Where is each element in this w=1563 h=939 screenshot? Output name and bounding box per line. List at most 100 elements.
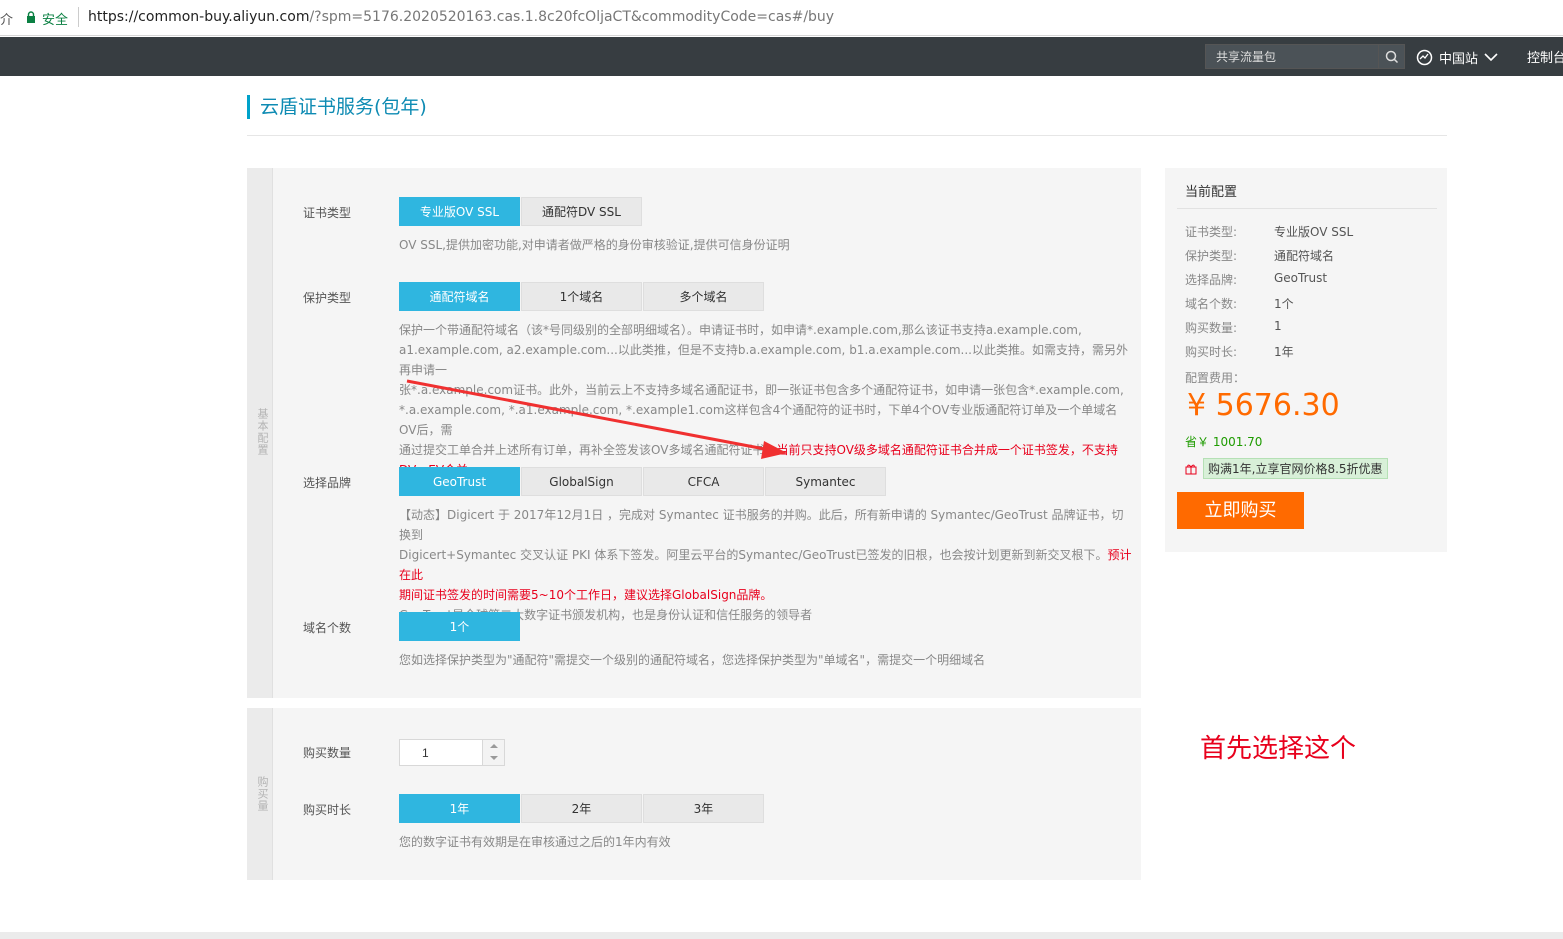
domain-count-option-1[interactable]: 1个 xyxy=(399,612,520,641)
summary-value: 1 xyxy=(1274,319,1282,333)
summary-key: 证书类型: xyxy=(1185,225,1238,239)
quantity-stepper xyxy=(399,739,505,766)
brand-option-geotrust[interactable]: GeoTrust xyxy=(399,467,520,496)
url-host: https://common-buy.aliyun.com xyxy=(88,9,310,25)
duration-desc: 您的数字证书有效期是在审核通过之后的1年内有效 xyxy=(399,835,671,849)
annotation-note: 首先选择这个 xyxy=(1200,734,1357,764)
promo-badge: 购满1年,立享官网价格8.5折优惠 xyxy=(1203,458,1388,479)
summary-key: 购买时长: xyxy=(1185,345,1238,359)
order-summary: 当前配置 证书类型: 专业版OV SSL 保护类型: 通配符域名 选择品牌: GeoT… xyxy=(1165,168,1447,552)
summary-row: 保护类型: 通配符域名 xyxy=(1185,247,1334,264)
summary-value: 1年 xyxy=(1274,345,1294,359)
cert-type-label: 证书类型 xyxy=(303,206,352,220)
protect-desc-line: a1.example.com, a2.example.com...以此类推，但是… xyxy=(399,343,1128,377)
summary-row: 证书类型: 专业版OV SSL xyxy=(1185,223,1353,240)
cert-type-selector: 专业版OV SSL 通配符DV SSL xyxy=(399,197,643,226)
url-field[interactable]: https://common-buy.aliyun.com/?spm=5176.… xyxy=(88,9,834,25)
summary-key: 购买数量: xyxy=(1185,321,1238,335)
brand-desc-line: Digicert+Symantec 交叉认证 PKI 体系下签发。阿里云平台的S… xyxy=(399,545,1134,585)
brand-option-globalsign[interactable]: GlobalSign xyxy=(521,467,642,496)
duration-label: 购买时长 xyxy=(303,803,352,817)
caret-up-icon xyxy=(489,744,498,748)
search-input[interactable] xyxy=(1206,45,1378,68)
purchase-panel: 购买量 购买数量 购买时长 1年 2年 3年 您的数字证书有效期是在审核通过之后… xyxy=(247,708,1141,880)
protect-desc-line: *.a.example.com, *.a1.example.com, *.exa… xyxy=(399,403,1118,437)
browser-address-bar: 介 安全 https://common-buy.aliyun.com/?spm=… xyxy=(0,0,1563,36)
summary-key: 域名个数: xyxy=(1185,297,1238,311)
protect-desc-line: 保护一个带通配符域名（该*号同级别的全部明细域名）。申请证书时，如申请*.exa… xyxy=(399,323,1082,337)
basic-config-panel: 基本配置 证书类型 专业版OV SSL 通配符DV SSL OV SSL,提供加… xyxy=(247,168,1141,698)
gift-icon xyxy=(1185,464,1197,474)
search-button[interactable] xyxy=(1378,45,1404,68)
cert-type-option-ov[interactable]: 专业版OV SSL xyxy=(399,197,520,226)
savings: 省￥ 1001.70 xyxy=(1185,435,1263,449)
brand-desc-text: Digicert+Symantec 交叉认证 PKI 体系下签发。阿里云平台的S… xyxy=(399,548,1108,562)
brand-option-cfca[interactable]: CFCA xyxy=(643,467,764,496)
duration-option-2y[interactable]: 2年 xyxy=(521,794,642,823)
summary-row: 域名个数: 1个 xyxy=(1185,295,1294,312)
domain-count-label: 域名个数 xyxy=(303,621,352,635)
lock-icon xyxy=(27,11,35,23)
panel-side-label: 基本配置 xyxy=(247,168,273,698)
title-divider xyxy=(247,135,1447,136)
protect-option-multi[interactable]: 多个域名 xyxy=(643,282,764,311)
duration-option-1y[interactable]: 1年 xyxy=(399,794,520,823)
address-divider xyxy=(78,7,79,27)
brand-desc-line: 【动态】Digicert 于 2017年12月1日 ，完成对 Symantec … xyxy=(399,508,1124,542)
quantity-label: 购买数量 xyxy=(303,746,352,760)
protect-option-wildcard[interactable]: 通配符域名 xyxy=(399,282,520,311)
summary-row: 购买数量: 1 xyxy=(1185,319,1282,336)
chevron-down-icon xyxy=(1484,53,1498,62)
summary-value: 专业版OV SSL xyxy=(1274,225,1354,239)
stepper-arrows xyxy=(482,740,504,765)
page-bottom-bar xyxy=(0,932,1563,939)
fee-label: 配置费用： xyxy=(1185,371,1246,385)
brand-selector: GeoTrust GlobalSign CFCA Symantec xyxy=(399,467,887,496)
top-navigation: 中国站 控制台 xyxy=(0,37,1563,76)
brand-option-symantec[interactable]: Symantec xyxy=(765,467,886,496)
purchase-label: 购买量 xyxy=(256,776,269,812)
price: ¥ 5676.30 xyxy=(1187,388,1340,423)
summary-divider xyxy=(1177,208,1437,209)
cert-type-option-dv[interactable]: 通配符DV SSL xyxy=(521,197,642,226)
summary-value: 通配符域名 xyxy=(1274,249,1335,263)
protect-desc-line: 通过提交工单合并上述所有订单，再补全签发该OV多域名通配符证书。当前只支持OV级… xyxy=(399,440,1134,460)
search-icon xyxy=(1385,50,1399,64)
summary-key: 保护类型: xyxy=(1185,249,1238,263)
panel-side-label: 购买量 xyxy=(247,708,273,880)
summary-row: 选择品牌: GeoTrust xyxy=(1185,271,1327,288)
page-title: 云盾证书服务(包年) xyxy=(247,95,427,119)
site-label: 中国站 xyxy=(1439,51,1479,67)
console-link[interactable]: 控制台 xyxy=(1527,47,1563,66)
protect-type-selector: 通配符域名 1个域名 多个域名 xyxy=(399,282,765,311)
site-selector[interactable]: 中国站 xyxy=(1416,46,1498,68)
brand-warning-text: 期间证书签发的时间需要5~10个工作日，建议选择GlobalSign品牌。 xyxy=(399,588,773,602)
stepper-down-button[interactable] xyxy=(483,752,504,764)
forward-icon[interactable]: 介 xyxy=(0,9,13,28)
summary-key: 选择品牌: xyxy=(1185,273,1238,287)
protect-desc-text: 通过提交工单合并上述所有订单，再补全签发该OV多域名通配符证书。 xyxy=(399,443,777,457)
secure-label: 安全 xyxy=(42,13,69,28)
summary-row: 购买时长: 1年 xyxy=(1185,343,1294,360)
promo: 购满1年,立享官网价格8.5折优惠 xyxy=(1185,458,1388,479)
duration-option-3y[interactable]: 3年 xyxy=(643,794,764,823)
brand-desc: 【动态】Digicert 于 2017年12月1日 ，完成对 Symantec … xyxy=(399,505,1134,625)
cert-type-desc: OV SSL,提供加密功能,对申请者做严格的身份审核验证,提供可信身份证明 xyxy=(399,238,790,252)
basic-config-label: 基本配置 xyxy=(256,408,269,456)
summary-value: 1个 xyxy=(1274,297,1294,311)
url-path: /?spm=5176.2020520163.cas.1.8c20fcOljaCT… xyxy=(309,9,835,25)
globe-icon xyxy=(1416,49,1433,65)
brand-label: 选择品牌 xyxy=(303,476,352,490)
domain-count-selector: 1个 xyxy=(399,612,521,641)
protect-type-desc: 保护一个带通配符域名（该*号同级别的全部明细域名）。申请证书时，如申请*.exa… xyxy=(399,320,1134,480)
caret-down-icon xyxy=(489,756,498,760)
stepper-up-button[interactable] xyxy=(483,740,504,752)
quantity-input[interactable] xyxy=(400,740,482,765)
summary-title: 当前配置 xyxy=(1185,185,1238,200)
summary-value: GeoTrust xyxy=(1274,271,1328,285)
duration-selector: 1年 2年 3年 xyxy=(399,794,765,823)
protect-option-single[interactable]: 1个域名 xyxy=(521,282,642,311)
protect-warning-text: 当前只支持OV级多域名通配符证书合并成一个证书签发，不支持 xyxy=(776,443,1118,457)
buy-now-button[interactable]: 立即购买 xyxy=(1177,492,1304,529)
domain-count-desc: 您如选择保护类型为"通配符"需提交一个级别的通配符域名，您选择保护类型为"单域名… xyxy=(399,653,986,667)
